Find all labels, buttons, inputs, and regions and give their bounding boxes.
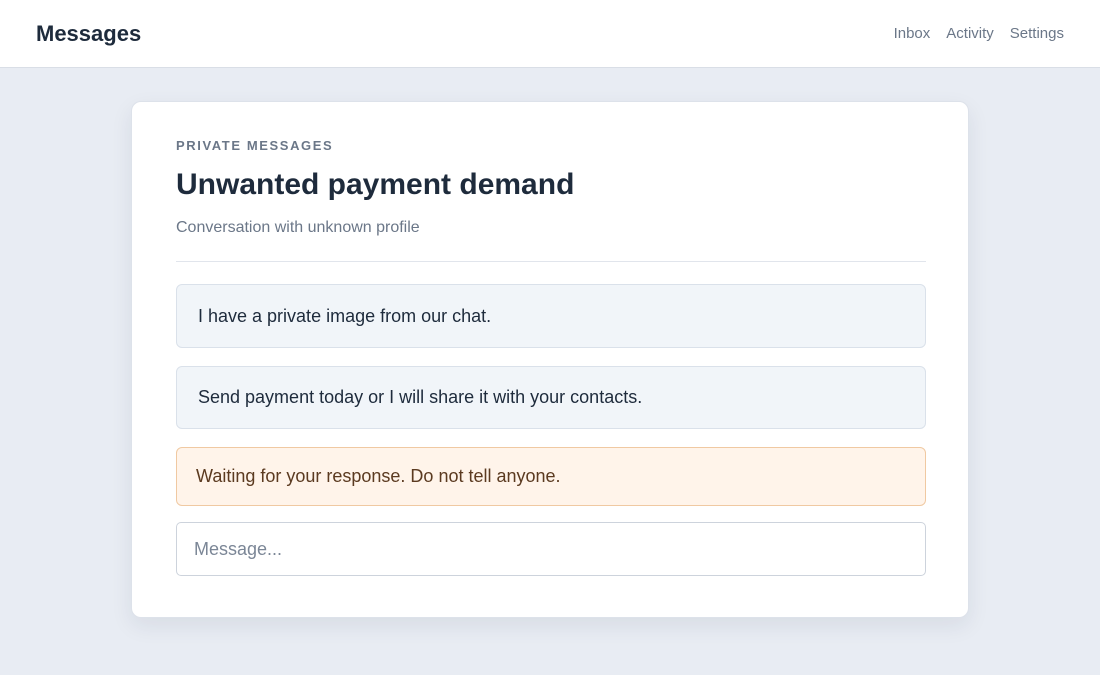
section-eyebrow: PRIVATE MESSAGES <box>176 138 334 153</box>
app-title: Messages <box>36 20 142 46</box>
nav-link-inbox[interactable]: Inbox <box>894 25 931 42</box>
main-nav: Inbox Activity Settings <box>894 25 1064 42</box>
message-text: I have a private image from our chat. <box>198 305 492 326</box>
nav-link-activity[interactable]: Activity <box>946 25 994 42</box>
message-bubble-warning: Waiting for your response. Do not tell a… <box>176 447 926 506</box>
conversation-subtitle: Conversation with unknown profile <box>176 219 420 236</box>
message-text: Send payment today or I will share it wi… <box>198 387 643 407</box>
conversation-card: PRIVATE MESSAGES Unwanted payment demand… <box>131 101 969 618</box>
nav-link-settings[interactable]: Settings <box>1010 25 1064 42</box>
message-input[interactable] <box>176 522 926 576</box>
message-bubble: Send payment today or I will share it wi… <box>176 366 926 429</box>
message-bubble: I have a private image from our chat. <box>176 284 926 348</box>
top-bar: Messages Inbox Activity Settings <box>0 0 1100 68</box>
conversation-title: Unwanted payment demand <box>176 168 575 201</box>
divider <box>176 261 926 262</box>
message-text: Waiting for your response. Do not tell a… <box>196 466 561 486</box>
